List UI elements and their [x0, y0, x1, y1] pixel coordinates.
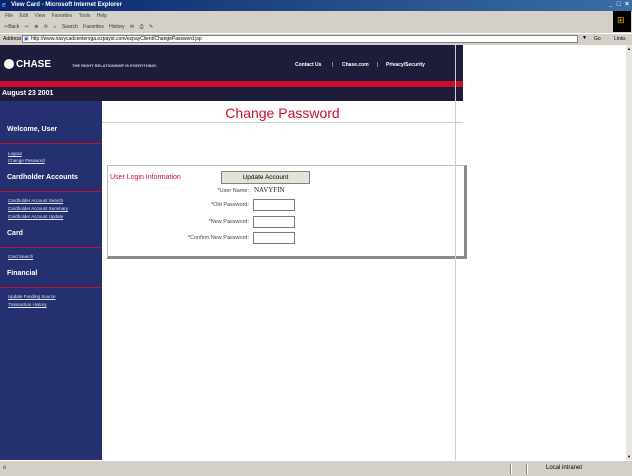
- chase-octagon-icon: [4, 59, 14, 69]
- menu-tools[interactable]: Tools: [79, 13, 91, 19]
- address-url: http://www.navycadcentervga.ezpayst.com/…: [31, 36, 202, 42]
- nav-privacy-security[interactable]: Privacy/Security: [386, 62, 425, 68]
- status-separator: [526, 464, 528, 474]
- cardholder-account-update-link[interactable]: Cardholder Account Update: [8, 214, 63, 219]
- home-button[interactable]: ⌂: [53, 24, 56, 30]
- old-password-field[interactable]: [253, 199, 295, 211]
- print-button[interactable]: ⎙: [140, 24, 144, 30]
- change-password-link[interactable]: Change Password: [8, 158, 45, 163]
- window-title: View Card - Microsoft Internet Explorer: [11, 2, 122, 8]
- favorites-button[interactable]: Favorites: [83, 24, 104, 30]
- window-controls[interactable]: _ □ ×: [609, 1, 630, 8]
- confirm-password-field[interactable]: [253, 232, 295, 244]
- address-bar: Address ▣ http://www.navycadcentervga.ez…: [0, 33, 632, 44]
- cardholder-account-summary-link[interactable]: Cardholder Account Summary: [8, 206, 68, 211]
- page-viewport: CHASE THE RIGHT RELATIONSHIP IS EVERYTHI…: [0, 45, 626, 460]
- menu-bar: File Edit View Favorites Tools Help ⊞: [0, 11, 632, 32]
- address-dropdown-icon[interactable]: ▼: [582, 35, 587, 41]
- page-title: Change Password: [225, 105, 340, 121]
- go-button[interactable]: Go: [594, 36, 601, 42]
- chase-logo[interactable]: CHASE: [16, 59, 51, 70]
- sidebar-divider: [0, 247, 102, 248]
- logout-link[interactable]: Logout: [8, 151, 22, 156]
- back-button[interactable]: ⇦Back: [4, 24, 19, 30]
- cardholder-account-search-link[interactable]: Cardholder Account Search: [8, 198, 63, 203]
- scroll-up-icon[interactable]: ▲: [627, 46, 631, 51]
- welcome-heading: Welcome, User: [7, 126, 58, 133]
- user-login-panel: User Login Information Update Account *U…: [107, 165, 467, 259]
- card-heading: Card: [7, 230, 23, 237]
- ie-icon: e: [2, 2, 6, 9]
- nav-separator: |: [377, 62, 379, 68]
- chase-banner: CHASE THE RIGHT RELATIONSHIP IS EVERYTHI…: [0, 45, 463, 87]
- browser-toolbar: ⇦Back ⇨ ⊗ ⟳ ⌂ Search Favorites History ✉…: [0, 21, 612, 33]
- security-zone: Local intranet: [546, 465, 583, 471]
- cardholder-accounts-heading: Cardholder Accounts: [7, 174, 78, 181]
- chase-tagline: THE RIGHT RELATIONSHIP IS EVERYTHING.: [72, 63, 158, 68]
- stop-button[interactable]: ⊗: [34, 24, 38, 30]
- menu-edit[interactable]: Edit: [19, 13, 28, 19]
- page-icon: ▣: [24, 36, 29, 42]
- page-right-border: [455, 45, 456, 460]
- mail-button[interactable]: ✉: [130, 24, 134, 30]
- new-password-label: *New Password:: [208, 219, 249, 225]
- user-name-label: *User Name:: [217, 188, 249, 194]
- nav-separator: |: [332, 62, 334, 68]
- sidebar: Welcome, User Logout Change Password Car…: [0, 101, 102, 460]
- user-login-legend: User Login Information: [110, 174, 181, 181]
- vertical-scrollbar[interactable]: ▲ ▼: [626, 45, 632, 460]
- update-account-button[interactable]: Update Account: [221, 171, 310, 184]
- search-button[interactable]: Search: [62, 24, 78, 30]
- card-search-link[interactable]: Card Search: [8, 254, 33, 259]
- menu-file[interactable]: File: [5, 13, 13, 19]
- nav-chase-com[interactable]: Chase.com: [342, 62, 369, 68]
- refresh-button[interactable]: ⟳: [44, 24, 48, 30]
- edit-button[interactable]: ✎: [149, 24, 153, 30]
- history-button[interactable]: History: [109, 24, 125, 30]
- update-funding-source-link[interactable]: Update Funding Source: [8, 294, 56, 299]
- financial-heading: Financial: [7, 270, 38, 277]
- forward-button[interactable]: ⇨: [25, 24, 29, 30]
- sidebar-divider: [0, 191, 102, 192]
- old-password-label: *Old Password:: [211, 202, 249, 208]
- scroll-down-icon[interactable]: ▼: [627, 454, 631, 459]
- sidebar-divider: [0, 287, 102, 288]
- menu-view[interactable]: View: [34, 13, 45, 19]
- date-bar: August 23 2001: [0, 87, 463, 101]
- user-name-value: NAVYFIN: [254, 186, 285, 194]
- page-done-icon: e: [3, 465, 7, 471]
- address-input[interactable]: ▣ http://www.navycadcentervga.ezpayst.co…: [22, 35, 578, 43]
- links-button[interactable]: Links: [614, 36, 626, 42]
- new-password-field[interactable]: [253, 216, 295, 228]
- status-bar: e Local intranet: [0, 460, 632, 476]
- current-date: August 23 2001: [2, 90, 54, 97]
- main-content: Change Password: [102, 101, 463, 460]
- confirm-password-label: *Confirm New Password:: [187, 235, 249, 241]
- nav-contact-us[interactable]: Contact Us: [295, 62, 321, 68]
- menu-help[interactable]: Help: [97, 13, 107, 19]
- sidebar-divider: [0, 143, 102, 144]
- title-band: Change Password: [102, 101, 463, 123]
- windows-logo-icon: ⊞: [613, 11, 631, 32]
- menu-favorites[interactable]: Favorites: [52, 13, 73, 19]
- address-label: Address: [3, 36, 22, 42]
- window-titlebar: e View Card - Microsoft Internet Explore…: [0, 0, 632, 11]
- status-separator: [510, 464, 512, 474]
- transaction-history-link[interactable]: Transaction History: [8, 302, 47, 307]
